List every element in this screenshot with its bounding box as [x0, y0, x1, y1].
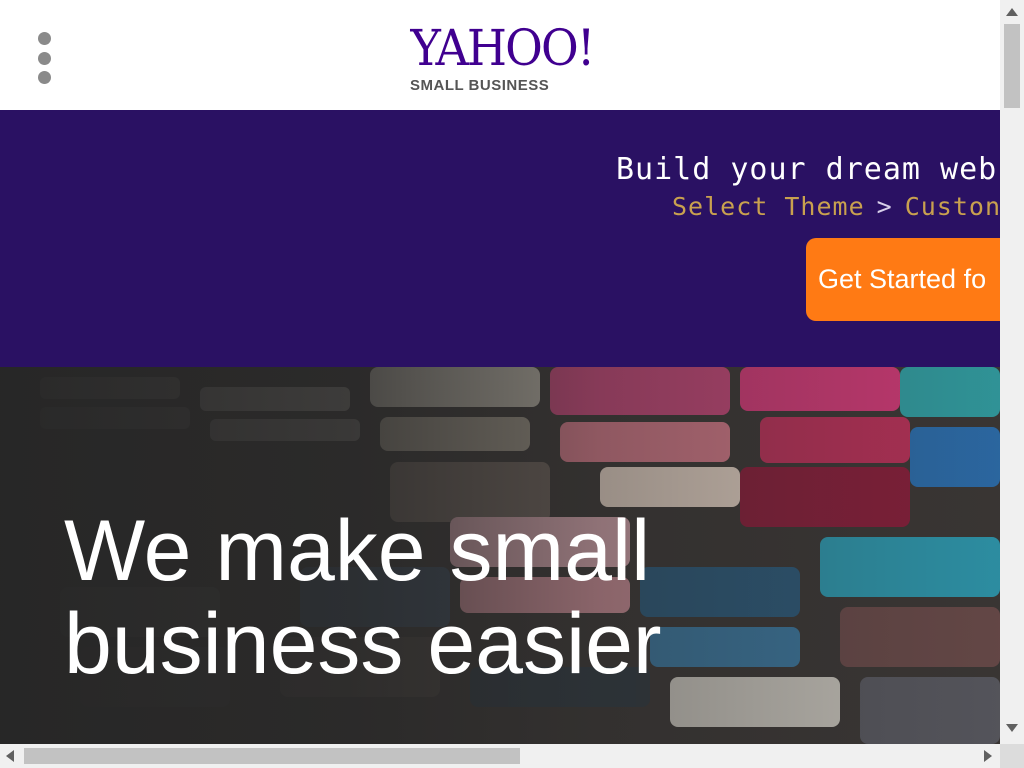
menu-dot — [38, 71, 51, 84]
hero-title: We make small business easier — [64, 505, 662, 691]
horizontal-scrollbar[interactable] — [0, 744, 1000, 768]
promo-steps: Select Theme > Custon — [672, 192, 1000, 221]
promo-headline: Build your dream web — [616, 152, 998, 187]
hero-section: We make small business easier — [0, 367, 1000, 744]
hero-title-line-1: We make small — [64, 503, 651, 599]
step-separator: > — [876, 192, 893, 221]
hero-title-line-2: business easier — [64, 596, 662, 692]
promo-banner: Build your dream web Select Theme > Custon… — [0, 110, 1000, 367]
scroll-down-icon[interactable] — [1006, 724, 1018, 732]
kebab-menu-icon[interactable] — [30, 28, 60, 88]
scrollbar-corner — [1000, 744, 1024, 768]
menu-dot — [38, 52, 51, 65]
logo-tagline: SMALL BUSINESS — [410, 77, 550, 94]
get-started-button[interactable]: Get Started fo — [806, 238, 1000, 321]
menu-dot — [38, 32, 51, 45]
site-header: YAHOO! SMALL BUSINESS — [0, 0, 1000, 110]
page-viewport: YAHOO! SMALL BUSINESS Build your dream w… — [0, 0, 1000, 744]
logo-brand: YAHOO! — [410, 19, 595, 77]
scroll-up-icon[interactable] — [1006, 8, 1018, 16]
step-select-theme: Select Theme — [672, 192, 865, 221]
yahoo-small-business-logo[interactable]: YAHOO! SMALL BUSINESS — [396, 20, 608, 100]
step-customize: Custon — [904, 192, 1000, 221]
vertical-scrollbar[interactable] — [1000, 0, 1024, 744]
scroll-left-icon[interactable] — [6, 750, 14, 762]
vertical-scroll-thumb[interactable] — [1004, 24, 1020, 108]
scroll-right-icon[interactable] — [984, 750, 992, 762]
horizontal-scroll-thumb[interactable] — [24, 748, 520, 764]
